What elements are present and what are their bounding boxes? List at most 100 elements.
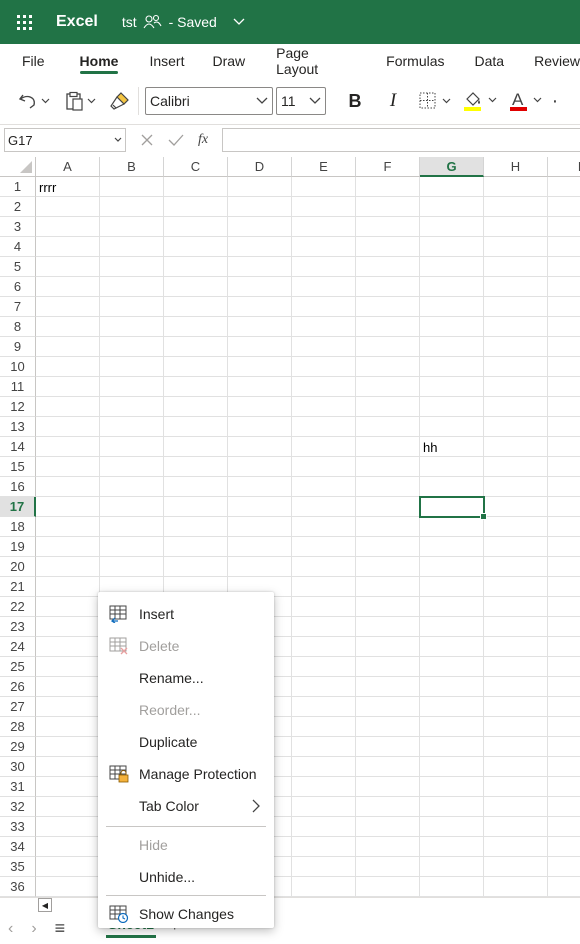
row-header-1[interactable]: 1: [0, 177, 36, 197]
tab-draw[interactable]: Draw: [212, 44, 245, 78]
row-header-4[interactable]: 4: [0, 237, 36, 257]
sheet-navigation: ‹ › ≡: [8, 918, 65, 939]
row-header-35[interactable]: 35: [0, 857, 36, 877]
row-header-14[interactable]: 14: [0, 437, 36, 457]
column-header-i[interactable]: I: [548, 157, 580, 177]
scroll-left-icon[interactable]: ◀: [38, 898, 52, 912]
row-header-24[interactable]: 24: [0, 637, 36, 657]
row-header-3[interactable]: 3: [0, 217, 36, 237]
column-header-g[interactable]: G: [420, 157, 484, 177]
row-header-16[interactable]: 16: [0, 477, 36, 497]
tab-home[interactable]: Home: [79, 44, 118, 78]
insert-function-button[interactable]: fx: [198, 132, 208, 148]
menu-item-tab-color[interactable]: Tab Color: [98, 790, 274, 822]
next-sheet-icon[interactable]: ›: [31, 920, 36, 938]
italic-button[interactable]: I: [376, 86, 410, 116]
tab-formulas[interactable]: Formulas: [386, 44, 444, 78]
cell-g14[interactable]: hh: [420, 437, 484, 457]
cancel-icon[interactable]: [140, 133, 154, 147]
row-header-17[interactable]: 17: [0, 497, 36, 517]
title-bar: Excel tst - Saved: [0, 0, 580, 44]
menu-item-reorder[interactable]: Reorder...: [98, 694, 274, 726]
row-header-2[interactable]: 2: [0, 197, 36, 217]
row-header-20[interactable]: 20: [0, 557, 36, 577]
row-header-30[interactable]: 30: [0, 757, 36, 777]
all-sheets-menu-icon[interactable]: ≡: [55, 918, 66, 939]
select-all-corner[interactable]: [0, 157, 36, 177]
tab-file[interactable]: File: [22, 44, 80, 78]
row-header-21[interactable]: 21: [0, 577, 36, 597]
menu-item-unhide[interactable]: Unhide...: [98, 861, 274, 893]
font-name-value: Calibri: [150, 93, 190, 109]
document-title[interactable]: tst - Saved: [122, 14, 245, 30]
row-header-25[interactable]: 25: [0, 657, 36, 677]
column-header-a[interactable]: A: [36, 157, 100, 177]
paste-button[interactable]: [62, 86, 102, 116]
menu-item-delete[interactable]: Delete: [98, 630, 274, 662]
row-header-31[interactable]: 31: [0, 777, 36, 797]
row-header-22[interactable]: 22: [0, 597, 36, 617]
app-name[interactable]: Excel: [56, 13, 98, 31]
tab-review[interactable]: Review: [534, 44, 580, 78]
row-header-6[interactable]: 6: [0, 277, 36, 297]
column-header-e[interactable]: E: [292, 157, 356, 177]
menu-item-manage-protection[interactable]: Manage Protection: [98, 758, 274, 790]
row-header-9[interactable]: 9: [0, 337, 36, 357]
row-header-33[interactable]: 33: [0, 817, 36, 837]
name-box[interactable]: G17: [4, 128, 126, 152]
borders-button[interactable]: [416, 86, 456, 116]
menu-item-rename[interactable]: Rename...: [98, 662, 274, 694]
column-header-d[interactable]: D: [228, 157, 292, 177]
row-header-15[interactable]: 15: [0, 457, 36, 477]
font-color-button[interactable]: A: [506, 86, 550, 116]
row-header-11[interactable]: 11: [0, 377, 36, 397]
row-header-18[interactable]: 18: [0, 517, 36, 537]
fill-color-button[interactable]: [460, 86, 504, 116]
row-header-27[interactable]: 27: [0, 697, 36, 717]
row-header-28[interactable]: 28: [0, 717, 36, 737]
formula-input[interactable]: [222, 128, 580, 152]
row-header-26[interactable]: 26: [0, 677, 36, 697]
cell-a1[interactable]: rrrr: [36, 177, 100, 197]
row-header-36[interactable]: 36: [0, 877, 36, 897]
enter-check-icon[interactable]: [168, 133, 184, 147]
row-header-19[interactable]: 19: [0, 537, 36, 557]
chevron-down-icon[interactable]: [233, 18, 245, 26]
app-launcher-button[interactable]: [0, 0, 48, 44]
format-painter-button[interactable]: [104, 86, 136, 116]
menu-item-duplicate[interactable]: Duplicate: [98, 726, 274, 758]
column-header-f[interactable]: F: [356, 157, 420, 177]
row-header-23[interactable]: 23: [0, 617, 36, 637]
font-size-select[interactable]: 11: [276, 87, 326, 115]
menu-item-insert[interactable]: Insert: [98, 598, 274, 630]
more-options-button[interactable]: ·: [550, 86, 560, 116]
column-header-c[interactable]: C: [164, 157, 228, 177]
spreadsheet-grid[interactable]: A B C D E F G H I 1 2 3 4 5 6 7 8 9 10 11 12 13 14 15 16 17 18 19 20…: [0, 157, 580, 897]
undo-button[interactable]: [14, 86, 54, 116]
previous-sheet-icon[interactable]: ‹: [8, 920, 13, 938]
row-gridline: [36, 476, 580, 477]
tab-data[interactable]: Data: [475, 44, 505, 78]
active-cell-outline[interactable]: [419, 496, 487, 520]
tab-page-layout[interactable]: Page Layout: [276, 44, 354, 78]
bold-button[interactable]: B: [338, 86, 372, 116]
row-header-8[interactable]: 8: [0, 317, 36, 337]
column-header-h[interactable]: H: [484, 157, 548, 177]
row-header-32[interactable]: 32: [0, 797, 36, 817]
row-header-29[interactable]: 29: [0, 737, 36, 757]
menu-item-show-changes[interactable]: Show Changes: [98, 898, 274, 930]
row-header-34[interactable]: 34: [0, 837, 36, 857]
menu-item-hide[interactable]: Hide: [98, 829, 274, 861]
row-gridline: [36, 576, 580, 577]
column-header-b[interactable]: B: [100, 157, 164, 177]
undo-icon: [18, 94, 50, 109]
row-gridline: [36, 256, 580, 257]
row-header-13[interactable]: 13: [0, 417, 36, 437]
row-header-12[interactable]: 12: [0, 397, 36, 417]
font-color-icon: A: [510, 90, 542, 111]
row-header-10[interactable]: 10: [0, 357, 36, 377]
tab-insert[interactable]: Insert: [149, 44, 184, 78]
font-name-select[interactable]: Calibri: [145, 87, 273, 115]
row-header-5[interactable]: 5: [0, 257, 36, 277]
row-header-7[interactable]: 7: [0, 297, 36, 317]
